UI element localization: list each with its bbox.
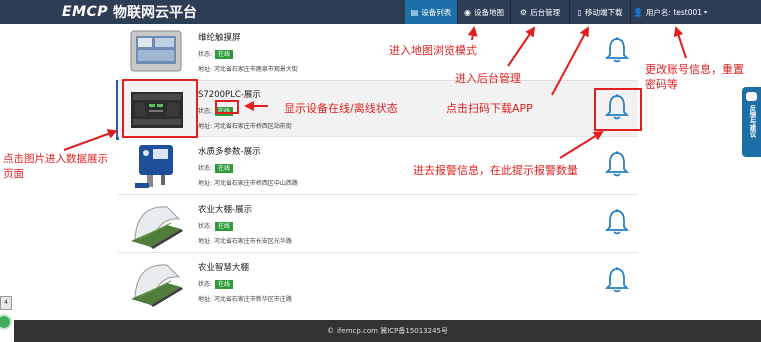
device-image-water-meter[interactable] <box>127 141 185 191</box>
device-address: 地址: 河北省石家庄市新华区市庄路 <box>198 296 292 303</box>
arrow-image <box>63 129 118 151</box>
chat-circle-icon[interactable] <box>0 314 12 330</box>
device-name[interactable]: 水质多参数-展示 <box>198 145 261 157</box>
feedback-label: 反馈与建议 <box>748 105 756 138</box>
logo-mark: EMCP <box>62 4 109 20</box>
device-row[interactable]: 农业智慧大棚 状态: 在线 地址: 河北省石家庄市新华区市庄路 <box>118 254 638 316</box>
caret-down-icon: ▾ <box>704 8 708 16</box>
gears-icon: ⚙ <box>519 7 528 17</box>
nav-device-list-label: 设备列表 <box>421 7 452 17</box>
footer-text: ifemcp.com 冀ICP备15013245号 <box>336 327 449 335</box>
footer: © ifemcp.com 冀ICP备15013245号 <box>14 320 761 342</box>
device-status: 状态: 在线 <box>198 163 234 173</box>
annotation-alarm: 进去报警信息，在此提示报警数量 <box>413 164 578 177</box>
device-status: 状态: 在线 <box>198 221 234 231</box>
status-label: 状态: <box>198 51 213 58</box>
logo[interactable]: EMCP 物联网云平台 <box>62 3 197 21</box>
feedback-tab[interactable]: 反馈与建议 <box>742 87 761 157</box>
nav-admin[interactable]: ⚙ 后台管理 <box>511 0 569 24</box>
device-row[interactable]: 维纶触摸屏 状态: 在线 地址: 河北省石家庄市鹿泉市观景大街 <box>118 24 638 81</box>
status-label: 状态: <box>198 281 213 288</box>
device-status: 状态: 在线 <box>198 279 234 289</box>
nav-user-menu[interactable]: 👤 用户名: test001 ▾ <box>631 0 709 24</box>
image-highlight-box <box>122 79 198 138</box>
nav-admin-label: 后台管理 <box>530 7 561 17</box>
user-icon: 👤 <box>632 7 643 17</box>
annotation-image: 点击图片进入数据展示 页面 <box>3 153 108 180</box>
device-row[interactable]: 农业大棚-展示 状态: 在线 地址: 河北省石家庄市长安区光华路 <box>118 196 638 253</box>
nav-device-list[interactable]: ▤ 设备列表 <box>405 0 457 24</box>
arrow-account <box>673 26 687 59</box>
annotation-map: 进入地图浏览模式 <box>389 44 477 57</box>
alarm-bell-icon[interactable] <box>605 150 629 178</box>
device-image-touchscreen[interactable] <box>127 27 185 77</box>
globe-icon: ◉ <box>464 7 471 17</box>
alarm-bell-icon[interactable] <box>605 266 629 294</box>
alarm-bell-icon[interactable] <box>605 36 629 64</box>
device-address: 地址: 河北省石家庄市桥西区站前街 <box>198 123 292 130</box>
status-badge: 在线 <box>215 222 234 231</box>
device-address: 地址: 河北省石家庄市鹿泉市观景大街 <box>198 66 298 73</box>
device-image-greenhouse[interactable] <box>127 199 185 249</box>
status-badge: 在线 <box>215 50 234 59</box>
device-address: 地址: 河北省石家庄市长安区光华路 <box>198 238 292 245</box>
nav-mobile-download[interactable]: ▯ 移动端下载 <box>570 0 630 24</box>
device-name[interactable]: S7200PLC-展示 <box>198 88 261 100</box>
chat-bubble-icon <box>746 92 757 101</box>
status-label: 状态: <box>198 165 213 172</box>
top-navbar: EMCP 物联网云平台 ▤ 设备列表 ◉ 设备地图 ⚙ 后台管理 ▯ 移动端下载… <box>0 0 761 24</box>
annotation-app: 点击扫码下载APP <box>446 102 533 115</box>
nav-user-label: 用户名: test001 <box>645 7 703 17</box>
status-badge: 在线 <box>215 164 234 173</box>
alarm-bell-icon[interactable] <box>605 208 629 236</box>
side-badge[interactable]: 4 <box>0 296 12 310</box>
mobile-icon: ▯ <box>577 7 582 17</box>
annotation-account: 更改账号信息，重置 密码等 <box>645 63 744 91</box>
status-label: 状态: <box>198 223 213 230</box>
device-address: 地址: 河北省石家庄市桥西区中山西路 <box>198 180 298 187</box>
device-image-smart-greenhouse[interactable] <box>127 257 185 307</box>
status-highlight-box <box>215 100 239 114</box>
device-status: 状态: 在线 <box>198 49 234 59</box>
annotation-admin: 进入后台管理 <box>455 72 521 85</box>
copyright-icon: © <box>326 327 334 335</box>
device-name[interactable]: 维纶触摸屏 <box>198 31 241 43</box>
annotation-status: 显示设备在线/离线状态 <box>284 102 398 115</box>
device-name[interactable]: 农业智慧大棚 <box>198 261 249 273</box>
status-badge: 在线 <box>215 280 234 289</box>
nav-device-map[interactable]: ◉ 设备地图 <box>458 0 510 24</box>
status-label: 状态: <box>198 108 213 115</box>
logo-text: 物联网云平台 <box>113 5 198 21</box>
alarm-highlight-box <box>594 88 642 131</box>
list-icon: ▤ <box>410 7 419 17</box>
device-name[interactable]: 农业大棚-展示 <box>198 203 252 215</box>
nav-mobile-download-label: 移动端下载 <box>584 7 623 17</box>
nav-device-map-label: 设备地图 <box>473 7 504 17</box>
